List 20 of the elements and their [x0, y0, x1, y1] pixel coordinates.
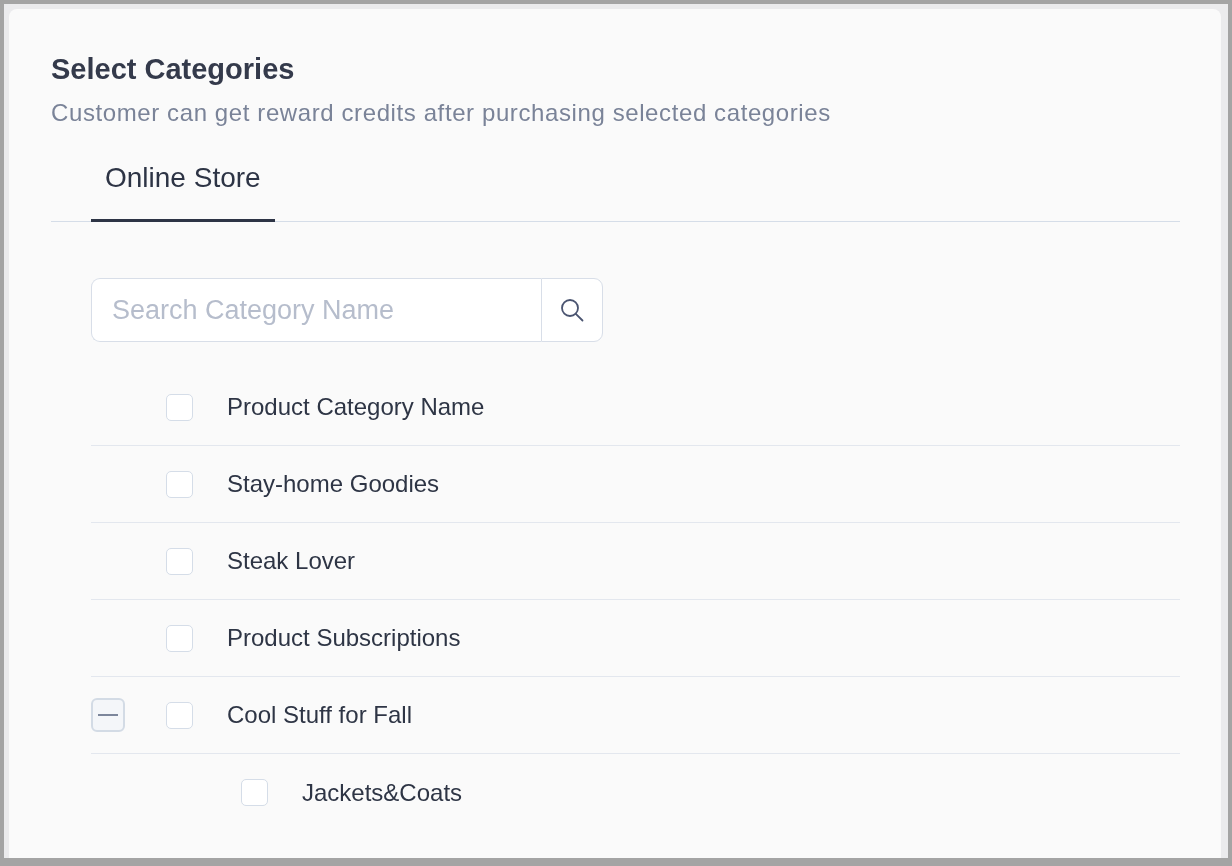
checkbox[interactable] — [166, 470, 193, 498]
category-name: Jackets&Coats — [302, 777, 463, 808]
collapse-button[interactable] — [91, 698, 125, 732]
category-name: Product Subscriptions — [227, 623, 461, 653]
panel-subtitle: Customer can get reward credits after purchasing selected categories — [51, 98, 831, 128]
category-name: Stay-home Goodies — [227, 469, 440, 499]
search-icon — [560, 298, 584, 322]
minus-icon — [98, 714, 118, 716]
search-field[interactable]: Search Category Name — [91, 278, 541, 342]
checkbox[interactable] — [166, 701, 193, 729]
category-name: Cool Stuff for Fall — [227, 700, 412, 730]
checkbox[interactable] — [241, 779, 268, 806]
tab[interactable]: Online Store — [91, 141, 275, 222]
checkbox[interactable] — [166, 547, 193, 575]
search-button[interactable] — [541, 278, 603, 342]
panel-title: Select Categories — [51, 52, 295, 87]
category-name: Product Category Name — [227, 392, 485, 422]
checkbox[interactable] — [166, 393, 193, 421]
checkbox[interactable] — [166, 624, 193, 652]
category-name: Steak Lover — [227, 546, 356, 576]
